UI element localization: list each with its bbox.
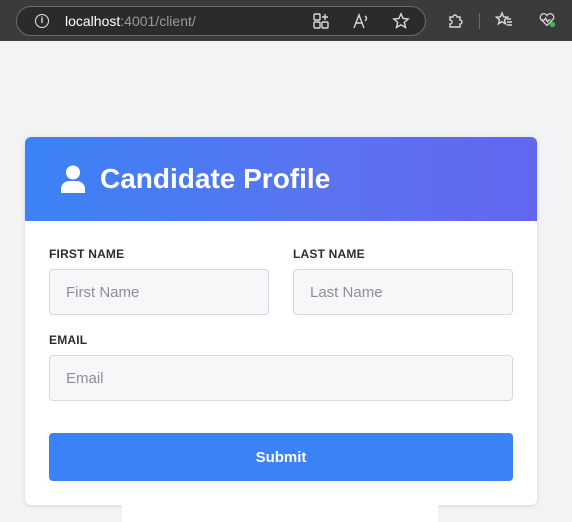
url-host: localhost: [65, 13, 121, 29]
first-name-label: FIRST NAME: [49, 247, 125, 261]
candidate-profile-card: Candidate Profile FIRST NAME LAST NAME E…: [25, 137, 537, 505]
user-icon: [61, 165, 85, 193]
address-bar[interactable]: i localhost:4001/client/: [16, 6, 426, 36]
favorite-star-icon[interactable]: [391, 11, 411, 31]
card-bottom-edge: [122, 505, 438, 522]
last-name-label: LAST NAME: [293, 247, 365, 261]
url-text[interactable]: localhost:4001/client/: [65, 13, 196, 29]
submit-button[interactable]: Submit: [49, 433, 513, 481]
info-icon[interactable]: i: [35, 14, 49, 28]
health-icon[interactable]: [537, 10, 557, 30]
email-input[interactable]: [49, 355, 513, 401]
page-title: Candidate Profile: [100, 163, 331, 194]
email-label: EMAIL: [49, 333, 88, 347]
last-name-input[interactable]: [293, 269, 513, 315]
browser-toolbar: i localhost:4001/client/: [0, 0, 572, 41]
favorites-icon[interactable]: [494, 10, 514, 30]
extensions-icon[interactable]: [446, 10, 466, 30]
read-aloud-icon[interactable]: [351, 11, 371, 31]
first-name-input[interactable]: [49, 269, 269, 315]
apps-icon[interactable]: [311, 11, 331, 31]
url-path: :4001/client/: [120, 13, 196, 29]
card-header: Candidate Profile: [25, 137, 537, 221]
toolbar-divider: [479, 13, 480, 29]
